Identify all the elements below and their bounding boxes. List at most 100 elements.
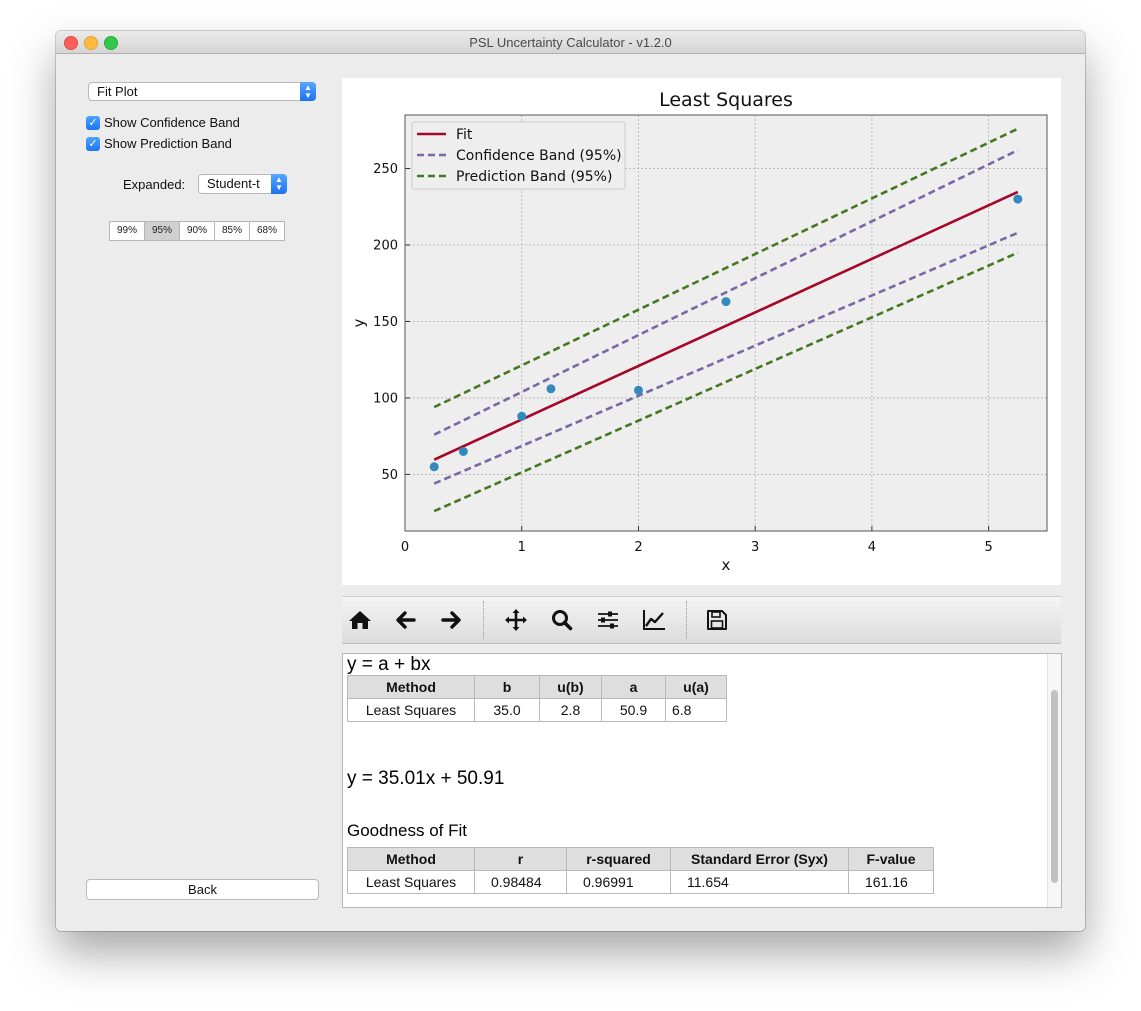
table-cell: Least Squares [347,870,475,894]
y-axis-label: y [350,318,368,327]
configure-subplots-button[interactable] [595,608,621,632]
table-cell: 161.16 [848,870,934,894]
percent-button[interactable]: 90% [179,221,215,241]
chevron-updown-icon: ▲ ▼ [271,174,287,194]
pan-button[interactable] [503,608,529,632]
plot-toolbar [342,596,1061,644]
fit-equation: y = 35.01x + 50.91 [347,768,505,789]
table-header-cell: b [474,675,540,699]
goodness-of-fit-heading: Goodness of Fit [347,821,468,840]
plot-type-select-value: Fit Plot [97,84,138,99]
percent-button[interactable]: 68% [249,221,285,241]
back-button[interactable]: Back [86,879,319,900]
table-cell: 0.98484 [474,870,567,894]
data-point [458,446,468,456]
y-tick-label: 50 [381,468,398,483]
y-tick-label: 150 [373,315,398,330]
legend-label: Fit [456,127,473,143]
window-title: PSL Uncertainty Calculator - v1.2.0 [469,35,672,50]
table-header-cell: r [474,847,567,871]
expanded-method-select[interactable]: Student-t ▲ ▼ [198,174,287,194]
legend-label: Confidence Band (95%) [456,148,622,164]
expanded-method-value: Student-t [207,176,260,191]
goodness-of-fit-table: Method r r-squared Standard Error (Syx) … [347,847,934,894]
configure-subplots-icon [598,611,618,629]
results-panel[interactable]: y = a + bx Method b u(b) a u(a) Least Sq… [342,653,1062,908]
table-header-cell: Method [347,847,475,871]
scrollbar-thumb[interactable] [1051,690,1058,883]
forward-view-button[interactable] [438,608,464,632]
show-prediction-checkbox[interactable]: ✓ Show Prediction Band [86,136,232,151]
plot-canvas[interactable]: 0 1 2 3 4 5 50 100 150 200 250 Fit Confidence Band (… [342,78,1061,585]
x-tick-label: 4 [868,540,876,555]
table-row: Least Squares 0.98484 0.96991 11.654 161… [347,870,934,894]
results-scrollbar[interactable] [1047,654,1061,907]
table-header-cell: u(b) [539,675,602,699]
x-axis-label: x [722,556,731,574]
x-tick-label: 1 [518,540,526,555]
table-header-row: Method r r-squared Standard Error (Syx) … [347,847,934,871]
table-header-row: Method b u(b) a u(a) [347,675,727,699]
table-row: Least Squares 35.0 2.8 50.9 6.8 [347,698,727,722]
data-point [721,297,731,307]
back-arrow-icon [396,611,416,629]
x-tick-label: 2 [634,540,642,555]
x-tick-label: 0 [401,540,409,555]
percent-button[interactable]: 99% [109,221,145,241]
y-tick-label: 200 [373,239,398,254]
toolbar-separator [483,601,484,639]
data-point [517,411,527,421]
title-bar: PSL Uncertainty Calculator - v1.2.0 [56,31,1085,54]
data-point [633,385,643,395]
table-cell: 0.96991 [566,870,671,894]
model-equation: y = a + bx [347,654,431,675]
chevron-updown-icon: ▲ ▼ [300,82,316,101]
app-window: PSL Uncertainty Calculator - v1.2.0 Fit … [56,31,1085,931]
table-header-cell: r-squared [566,847,671,871]
y-tick-label: 250 [373,162,398,177]
table-header-cell: Method [347,675,475,699]
home-icon [349,611,371,629]
toolbar-separator [686,601,687,639]
expanded-label: Expanded: [123,177,186,192]
fit-plot-chart: 0 1 2 3 4 5 50 100 150 200 250 Fit Confidence Band (… [350,89,1048,574]
zoom-button[interactable] [549,608,575,632]
edit-axis-icon [643,610,665,630]
home-button[interactable] [347,608,373,632]
data-point [1013,194,1023,204]
pan-icon [505,609,527,631]
save-icon [707,610,727,630]
plot-type-select[interactable]: Fit Plot ▲ ▼ [88,82,316,101]
table-cell: Least Squares [347,698,475,722]
y-tick-label: 100 [373,391,398,406]
table-header-cell: Standard Error (Syx) [670,847,849,871]
forward-arrow-icon [441,611,461,629]
x-tick-label: 3 [751,540,759,555]
show-confidence-label: Show Confidence Band [104,115,240,130]
table-cell: 11.654 [670,870,849,894]
x-tick-label: 5 [984,540,992,555]
table-cell: 2.8 [539,698,602,722]
percent-button[interactable]: 85% [214,221,250,241]
data-point [546,384,556,394]
checkmark-icon: ✓ [86,115,100,130]
back-view-button[interactable] [393,608,419,632]
save-figure-button[interactable] [704,608,730,632]
checkmark-icon: ✓ [86,136,100,151]
chart-title: Least Squares [659,89,793,111]
edit-axis-button[interactable] [641,608,667,632]
table-cell: 50.9 [601,698,666,722]
legend-label: Prediction Band (95%) [456,169,612,185]
confidence-level-selector: 99% 95% 90% 85% 68% [109,221,285,241]
zoom-icon [552,610,573,631]
table-cell: 35.0 [474,698,540,722]
table-header-cell: F-value [848,847,934,871]
show-prediction-label: Show Prediction Band [104,136,232,151]
show-confidence-checkbox[interactable]: ✓ Show Confidence Band [86,115,240,130]
table-header-cell: a [601,675,666,699]
table-header-cell: u(a) [665,675,727,699]
data-point [429,462,439,472]
percent-button[interactable]: 95% [144,221,180,241]
parameters-table: Method b u(b) a u(a) Least Squares 35.0 … [347,675,727,722]
table-cell: 6.8 [665,698,727,722]
